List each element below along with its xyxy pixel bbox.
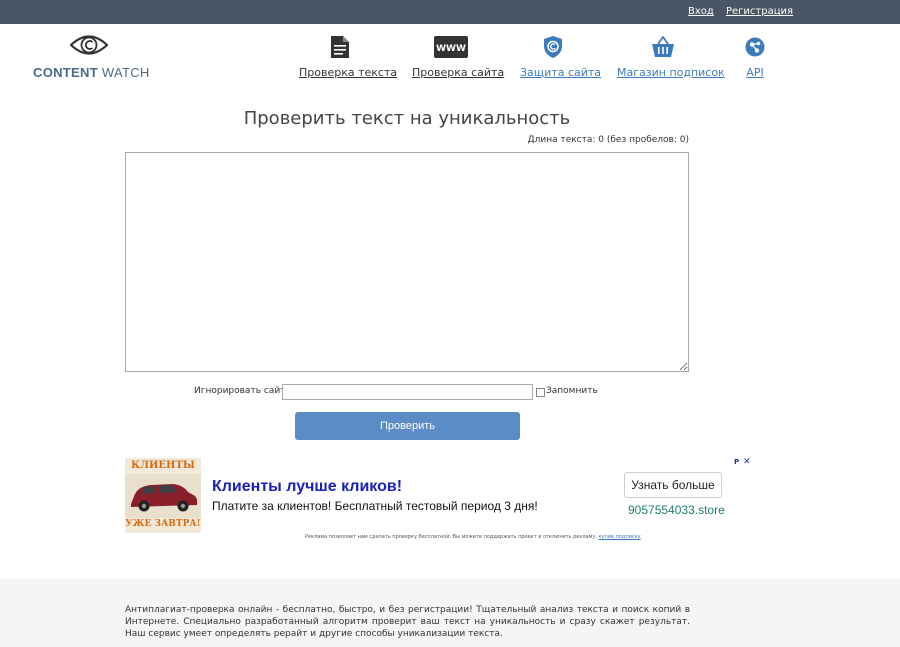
register-link[interactable]: Регистрация [726, 6, 793, 17]
nav-check-text[interactable]: Проверка текста [299, 34, 398, 79]
eye-copyright-icon [70, 35, 108, 55]
nav-api[interactable]: API [744, 34, 766, 79]
ad-subline[interactable]: Платите за клиентов! Бесплатный тестовый… [212, 499, 538, 513]
ad-banner[interactable]: КЛИЕНТЫ УЖЕ ЗАВТРА! Клиенты лучше кликов… [125, 457, 752, 534]
ad-image-top-text: КЛИЕНТЫ [131, 460, 195, 471]
ad-note-text: Реклама позволяет нам сделать проверку б… [305, 534, 597, 540]
nav-subscription-shop[interactable]: Магазин подписок [617, 34, 725, 79]
basket-icon [652, 36, 674, 57]
api-icon [745, 37, 765, 57]
remember-checkbox[interactable] [536, 388, 545, 397]
text-input-area[interactable] [125, 152, 689, 372]
contentwatch-logo[interactable]: CONTENT WATCH [33, 32, 149, 80]
ad-learn-more-button[interactable]: Узнать больше [624, 472, 722, 498]
remember-label[interactable]: Запомнить [546, 386, 598, 396]
footer: Антиплагиат-проверка онлайн - бесплатно,… [0, 579, 900, 647]
ad-note-end: . [640, 534, 643, 540]
logo-text-part1: CONTENT [33, 65, 98, 80]
ad-domain[interactable]: 9057554033.store [628, 503, 725, 517]
nav-subscription-shop-label: Магазин подписок [617, 66, 725, 79]
ignore-site-label: Игнорировать сайт: [194, 386, 289, 396]
ad-note: Реклама позволяет нам сделать проверку б… [305, 534, 642, 540]
svg-text:WWW: WWW [436, 44, 466, 54]
buy-subscription-link[interactable]: купив подписку [599, 534, 641, 540]
top-bar: Вход Регистрация [0, 0, 900, 24]
nav-protect-site-label: Защита сайта [520, 66, 602, 79]
logo-text-part2: WATCH [101, 65, 150, 80]
ignore-site-input[interactable] [282, 384, 533, 400]
logo-text: CONTENT WATCH [33, 65, 150, 80]
footer-description: Антиплагиат-проверка онлайн - бесплатно,… [125, 605, 690, 639]
page-title: Проверить текст на уникальность [243, 108, 571, 129]
ad-image-bottom-text: УЖЕ ЗАВТРА! [125, 519, 201, 529]
ad-marker-icon[interactable]: P [734, 458, 739, 466]
shield-copyright-icon [544, 36, 562, 58]
check-button[interactable]: Проверить [295, 412, 520, 440]
text-length-counter: Длина текста: 0 (без пробелов: 0) [527, 135, 689, 145]
www-icon: WWW [434, 36, 468, 58]
ad-close-icon[interactable]: ✕ [743, 457, 751, 467]
nav-api-label: API [746, 66, 764, 79]
nav-check-text-label: Проверка текста [299, 66, 398, 79]
car-image [125, 474, 201, 518]
ad-headline[interactable]: Клиенты лучше кликов! [212, 478, 402, 496]
nav-check-site[interactable]: WWW Проверка сайта [412, 34, 505, 79]
nav-check-site-label: Проверка сайта [412, 66, 505, 79]
document-icon [331, 36, 349, 58]
ad-image[interactable]: КЛИЕНТЫ УЖЕ ЗАВТРА! [125, 458, 201, 533]
login-link[interactable]: Вход [688, 6, 714, 17]
nav-protect-site[interactable]: Защита сайта [520, 34, 602, 79]
